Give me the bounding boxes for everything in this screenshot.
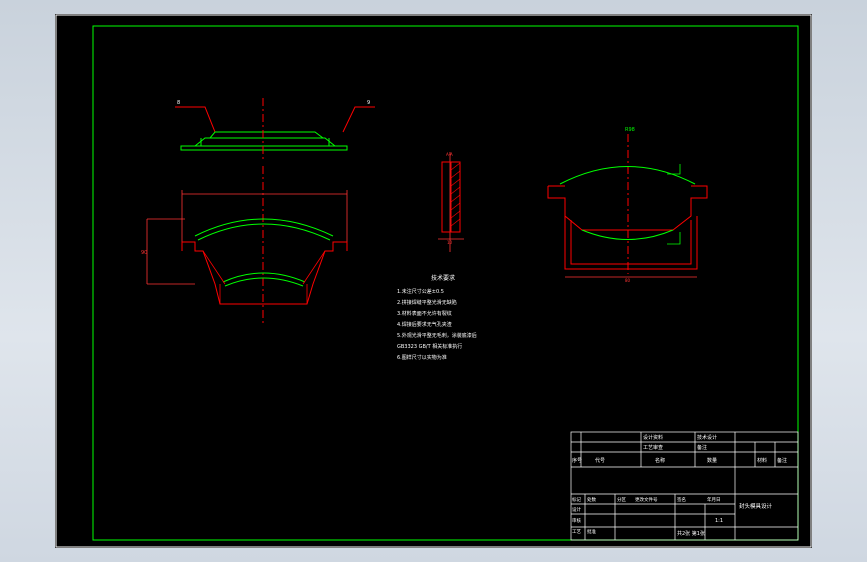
drawing-svg: 8 9 90 10 A-A R98 80 技术要求 1.未注尺寸公差±0.5 2… xyxy=(55,14,812,548)
tb-role-review: 审核 xyxy=(572,517,581,524)
note-line-3: 3.材料表面不允许有裂纹 xyxy=(397,310,452,317)
svg-text:A-A: A-A xyxy=(446,152,453,157)
tb-row-1: 设计资料 xyxy=(643,434,663,441)
note-line-7: 6.图样尺寸以实物为准 xyxy=(397,354,447,361)
tb-col-code: 代号 xyxy=(595,457,605,464)
tb-col-qty: 数量 xyxy=(707,457,717,464)
tb-row-3: 工艺审查 xyxy=(643,444,663,451)
tb-col-material: 材料 xyxy=(757,457,767,464)
tb-drawing-name: 封头模具设计 xyxy=(739,502,773,510)
note-line-6: GB3323 GB/T 相关标准执行 xyxy=(397,343,462,350)
tb-sheet: 共2张 第1张 xyxy=(677,530,705,537)
note-line-4: 4.焊接后要求无气孔夹渣 xyxy=(397,321,452,328)
svg-text:90: 90 xyxy=(141,250,147,256)
note-line-1: 1.未注尺寸公差±0.5 xyxy=(397,288,444,295)
notes-title: 技术要求 xyxy=(431,274,455,282)
drawing-canvas[interactable]: 8 9 90 10 A-A R98 80 技术要求 1.未注尺寸公差±0.5 2… xyxy=(55,14,812,548)
plate-top-view: 8 9 xyxy=(175,98,375,162)
tb-row-2: 技术设计 xyxy=(697,434,717,441)
tb-role-process: 工艺 xyxy=(572,529,581,535)
tb-label-date: 年月日 xyxy=(707,496,721,503)
right-section-view: R98 80 xyxy=(547,127,708,283)
title-block xyxy=(570,431,799,541)
tb-label-mark: 标记 xyxy=(572,496,581,503)
tb-label-change: 更改文件号 xyxy=(635,496,658,503)
strip-detail: 10 A-A xyxy=(438,152,464,252)
leader-label-left: 8 xyxy=(177,100,180,106)
tb-row-4: 备注 xyxy=(697,444,707,451)
svg-text:R98: R98 xyxy=(625,127,635,133)
leader-label-right: 9 xyxy=(367,100,370,106)
note-line-5: 5.外观光滑平整无毛刺，涂装底漆后 xyxy=(397,332,477,339)
tb-col-seq: 序号 xyxy=(572,457,582,464)
tb-role-approve: 批准 xyxy=(587,528,596,535)
drawing-frame xyxy=(92,25,799,541)
tb-role-design: 设计 xyxy=(572,506,581,513)
note-line-2: 2.拼接焊缝平整光滑无缺陷 xyxy=(397,299,457,306)
tb-label-count: 处数 xyxy=(587,496,596,503)
svg-text:10: 10 xyxy=(447,240,453,245)
svg-text:80: 80 xyxy=(625,278,631,283)
die-section-view: 90 xyxy=(141,166,348,324)
tb-label-sign: 签名 xyxy=(677,496,686,503)
tb-label-zone: 分区 xyxy=(617,496,626,503)
tb-scale: 1:1 xyxy=(715,518,723,524)
tb-col-note: 备注 xyxy=(777,457,787,464)
technical-notes: 技术要求 1.未注尺寸公差±0.5 2.拼接焊缝平整光滑无缺陷 3.材料表面不允… xyxy=(397,274,477,361)
tb-col-name: 名称 xyxy=(655,457,665,464)
